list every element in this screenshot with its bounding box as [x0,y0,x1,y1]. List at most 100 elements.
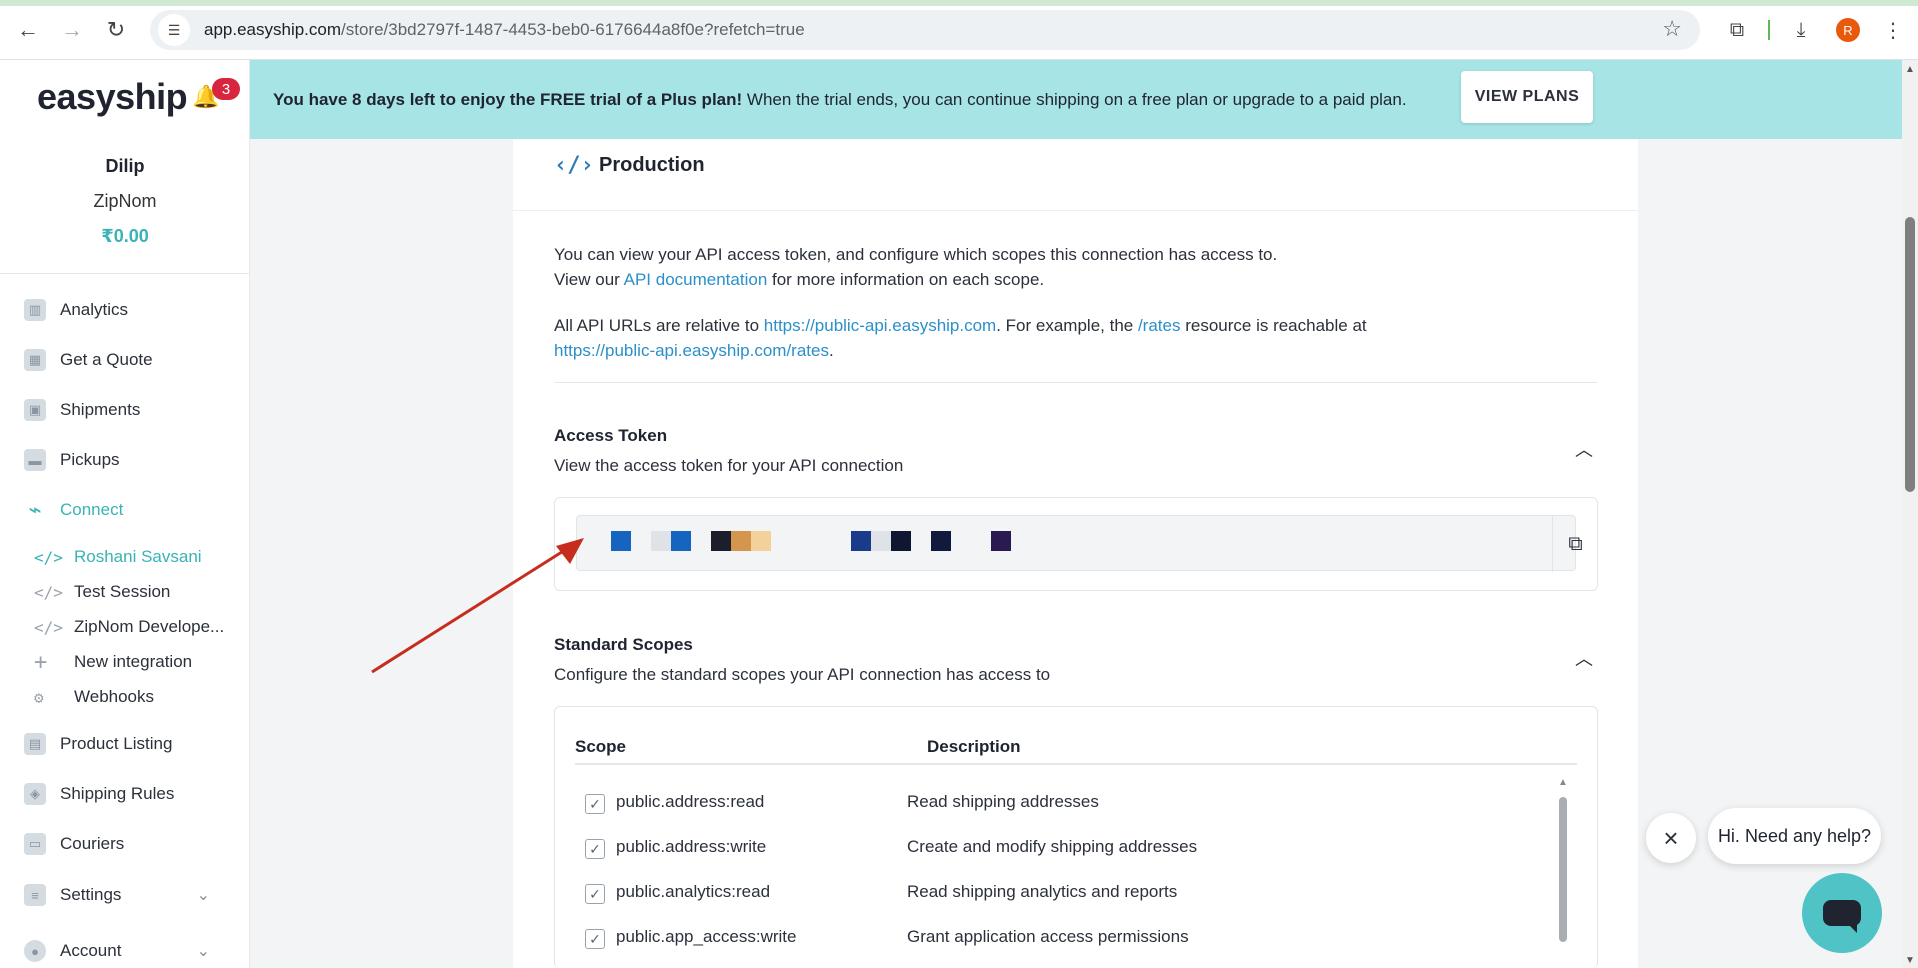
page-scrollbar-thumb[interactable] [1905,217,1915,492]
redacted-token-block [891,531,911,551]
reload-icon[interactable]: ↻ [100,14,132,46]
chevron-up-icon[interactable]: ︿ [1573,438,1595,460]
sidebar-item-get-a-quote[interactable]: ▦ Get a Quote [24,345,153,375]
intro-text: for more information on each scope. [767,270,1045,289]
url-host: app.easyship.com [204,20,342,39]
sidebar-item-label: Shipping Rules [60,784,175,803]
annotation-arrow [371,538,584,674]
url-text[interactable]: app.easyship.com/store/3bd2797f-1487-445… [204,20,805,40]
base-url-link[interactable]: https://public-api.easyship.com [764,316,996,335]
connect-sub-roshani-savsani[interactable]: </> Roshani Savsani [34,543,202,571]
sidebar-item-product-listing[interactable]: ▤ Product Listing [24,729,172,759]
plug-icon: ⌁ [28,497,42,522]
redacted-token-block [851,531,871,551]
sidebar-item-couriers[interactable]: ▭ Couriers [24,829,124,859]
scope-checkbox[interactable]: ✓ [585,884,605,904]
extensions-icon[interactable]: ⧉ [1722,15,1752,45]
sub-item-label: Roshani Savsani [74,547,202,566]
notification-badge[interactable]: 3 [212,78,240,100]
scope-name: public.address:read [616,792,765,811]
trial-message: You have 8 days left to enjoy the FREE t… [273,90,1407,110]
sub-item-label: ZipNom Develope... [74,617,225,636]
scope-description: Read shipping addresses [907,792,1099,811]
scope-checkbox[interactable]: ✓ [585,794,605,814]
trial-banner: You have 8 days left to enjoy the FREE t… [250,60,1902,139]
table-row: ✓ public.address:write Create and modify… [575,831,1555,861]
sidebar-item-label: Account [60,941,122,960]
sidebar-item-analytics[interactable]: ▥ Analytics [24,295,128,325]
forward-icon[interactable]: → [56,14,88,46]
sidebar-item-label: Analytics [60,300,129,319]
sidebar: easyship 🔔 3 Dilip ZipNom ₹0.00 ▥ Analyti… [0,60,250,968]
access-token-field[interactable]: ⧉ [576,515,1583,572]
bookmark-star-icon[interactable]: ☆ [1662,16,1682,42]
redacted-token-block [931,531,951,551]
connect-sub-webhooks[interactable]: ⚙ Webhooks [34,683,154,711]
back-icon[interactable]: ← [12,14,44,46]
page-scrollbar[interactable]: ▲ ▼ [1902,60,1918,968]
webhook-icon: ⚙ [34,687,44,707]
sidebar-item-account[interactable]: ● Account ⌄ [24,936,234,966]
sidebar-item-shipments[interactable]: ▣ Shipments [24,395,140,425]
api-documentation-link[interactable]: API documentation [624,270,768,289]
scopes-scrollbar[interactable]: ▲ [1557,777,1569,947]
sidebar-item-label: Pickups [60,450,120,469]
scroll-down-arrow-icon[interactable]: ▼ [1905,955,1915,966]
chevron-down-icon: ⌄ [196,943,210,960]
sidebar-item-label: Couriers [60,834,125,853]
sidebar-item-connect[interactable]: ⌁ Connect [24,495,123,525]
address-bar[interactable]: ☰ app.easyship.com/store/3bd2797f-1487-4… [150,10,1700,50]
sidebar-item-label: Get a Quote [60,350,153,369]
intro-line-1: You can view your API access token, and … [554,245,1278,264]
chevron-up-icon[interactable]: ︿ [1573,647,1595,669]
browser-menu-icon[interactable]: ⋮ [1878,15,1908,45]
scope-checkbox[interactable]: ✓ [585,839,605,859]
easyship-logo[interactable]: easyship [37,76,188,118]
scroll-up-arrow-icon[interactable]: ▲ [1905,64,1915,75]
courier-icon: ▭ [24,833,46,855]
scope-name: public.app_access:write [616,927,797,946]
scope-checkbox[interactable]: ✓ [585,929,605,949]
site-settings-icon[interactable]: ☰ [158,14,190,46]
profile-avatar[interactable]: R [1836,18,1860,42]
chat-icon [1823,900,1861,933]
redacted-token-block [711,531,731,551]
rates-link[interactable]: /rates [1138,316,1181,335]
chevron-down-icon: ⌄ [196,887,210,904]
sub-item-label: New integration [74,652,193,671]
downloads-icon[interactable]: ⤓ [1786,15,1816,45]
intro-line-2: View our API documentation for more info… [554,267,1277,292]
table-row: ✓ public.analytics:read Read shipping an… [575,876,1555,906]
sidebar-item-label: Settings [60,885,122,904]
sidebar-item-label: Shipments [60,400,141,419]
sidebar-item-shipping-rules[interactable]: ◈ Shipping Rules [24,779,174,809]
connect-sub-test-session[interactable]: </> Test Session [34,578,170,606]
standard-scopes-subtitle: Configure the standard scopes your API c… [554,665,1051,684]
toolbar-separator [1768,20,1770,40]
scope-name: public.analytics:read [616,882,771,901]
rules-icon: ◈ [24,783,46,805]
chat-prompt[interactable]: Hi. Need any help? [1708,808,1881,864]
sidebar-item-pickups[interactable]: ▬ Pickups [24,445,120,475]
access-token-box: ⧉ [554,497,1598,591]
view-plans-button[interactable]: VIEW PLANS [1461,71,1593,123]
settings-icon: ≡ [24,884,46,906]
account-balance[interactable]: ₹0.00 [0,226,250,247]
calculator-icon: ▦ [24,349,46,371]
api-urls-paragraph: All API URLs are relative to https://pub… [554,313,1367,363]
sidebar-item-settings[interactable]: ≡ Settings ⌄ [24,880,234,910]
scrollbar-thumb[interactable] [1559,797,1567,942]
connect-sub-zipnom-developer[interactable]: </> ZipNom Develope... [34,613,224,641]
chat-close-icon[interactable]: × [1646,813,1696,863]
sub-item-label: Test Session [74,582,171,601]
urls-text: . [828,341,834,360]
rates-url-link[interactable]: https://public-api.easyship.com/rates [554,341,829,360]
access-token-title: Access Token [554,426,668,445]
browser-toolbar: ← → ↻ ☰ app.easyship.com/store/3bd2797f-… [0,0,1918,60]
copy-icon[interactable]: ⧉ [1552,516,1598,572]
connect-sub-new-integration[interactable]: + New integration [34,648,192,676]
trial-message-rest: When the trial ends, you can continue sh… [742,89,1407,109]
section-divider [554,382,1597,383]
scroll-up-arrow-icon[interactable]: ▲ [1557,777,1569,788]
chat-launcher-button[interactable] [1802,873,1882,953]
